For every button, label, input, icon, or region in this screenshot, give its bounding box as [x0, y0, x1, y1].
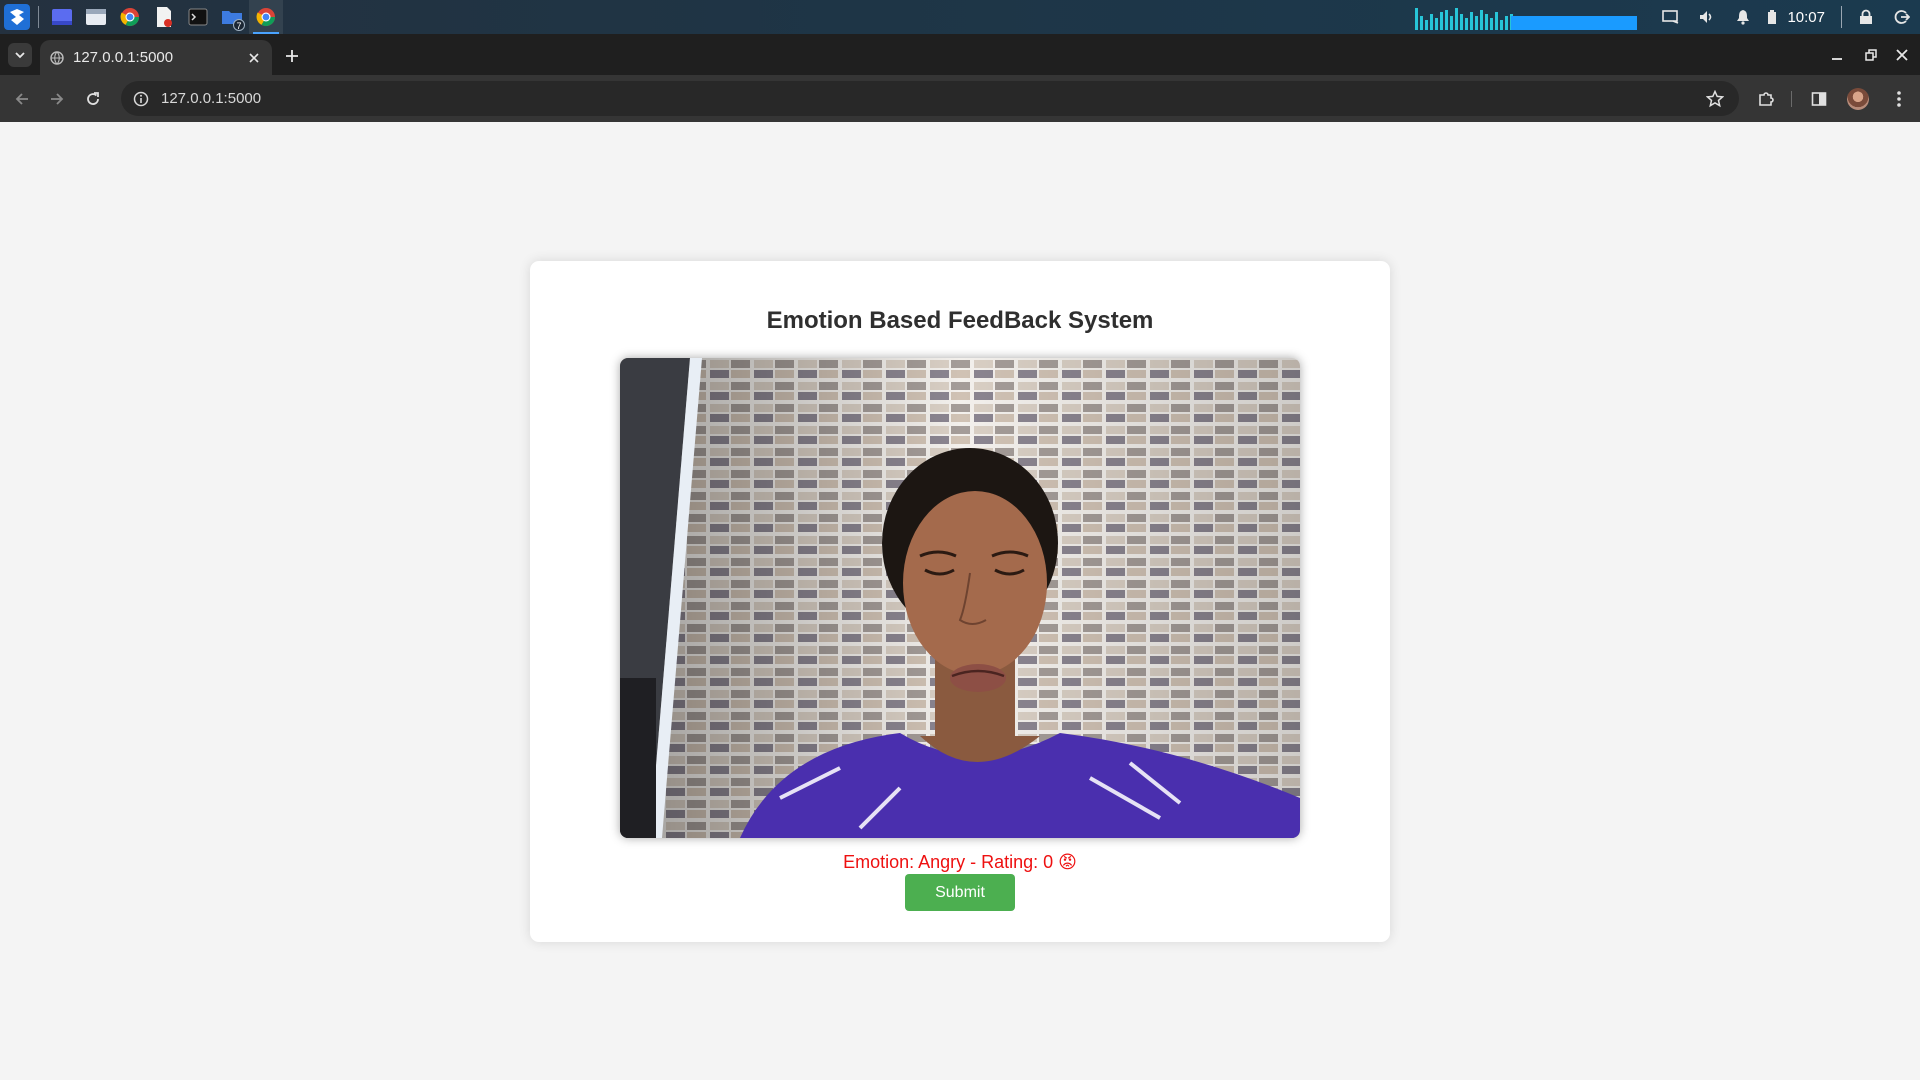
- toolbar-divider: [1791, 91, 1792, 107]
- tab-close-button[interactable]: [246, 50, 262, 66]
- chrome-icon: [120, 8, 139, 27]
- site-info-icon[interactable]: [131, 89, 151, 109]
- taskbar-app-folder[interactable]: 7: [215, 0, 249, 34]
- notification-badge: 7: [233, 19, 245, 31]
- system-tray: 10:07: [1415, 0, 1920, 34]
- emotion-result-text: Emotion: Angry - Rating: 0 😡: [843, 852, 1077, 872]
- lock-icon[interactable]: [1848, 0, 1884, 34]
- pdf-editor-icon: [157, 7, 172, 27]
- plus-icon: [286, 50, 298, 62]
- launcher-icon: [4, 4, 30, 30]
- side-panel-button[interactable]: [1806, 86, 1832, 112]
- logout-icon[interactable]: [1884, 0, 1920, 34]
- taskbar-app-chrome[interactable]: [113, 0, 147, 34]
- close-window-button[interactable]: [1891, 44, 1913, 66]
- extensions-button[interactable]: [1753, 86, 1779, 112]
- tab-search-button[interactable]: [8, 43, 32, 67]
- arrow-left-icon: [15, 93, 28, 105]
- chevron-down-icon: [15, 52, 25, 59]
- restore-button[interactable]: [1860, 44, 1882, 66]
- feedback-card: Emotion Based FeedBack System Emotion: A…: [530, 261, 1390, 942]
- avatar: [1847, 88, 1869, 110]
- arrow-right-icon: [51, 93, 64, 105]
- puzzle-icon: [1759, 92, 1774, 106]
- taskbar-app-terminal[interactable]: [181, 0, 215, 34]
- restore-icon: [1865, 49, 1877, 61]
- browser-tab-strip: 127.0.0.1:5000: [0, 34, 1920, 75]
- back-button[interactable]: [10, 87, 34, 111]
- tab-title: 127.0.0.1:5000: [73, 49, 174, 66]
- desktop-icon: [52, 9, 72, 25]
- audio-visualizer: [1415, 4, 1638, 30]
- reload-button[interactable]: [81, 87, 105, 111]
- page-viewport: Emotion Based FeedBack System Emotion: A…: [0, 122, 1920, 1080]
- taskbar-app-chrome-active[interactable]: [249, 0, 283, 34]
- volume-icon[interactable]: [1689, 0, 1725, 34]
- os-taskbar: 7 10:07: [0, 0, 1920, 34]
- webcam-frame-image: [620, 358, 1300, 838]
- menu-button[interactable]: [1886, 86, 1912, 112]
- screen-share-icon[interactable]: [1653, 0, 1689, 34]
- side-panel-icon: [1811, 92, 1827, 106]
- battery-icon[interactable]: [1761, 0, 1783, 34]
- webcam-feed: [620, 358, 1300, 838]
- reload-icon: [87, 92, 99, 105]
- clock[interactable]: 10:07: [1783, 9, 1835, 26]
- browser-tab[interactable]: 127.0.0.1:5000: [40, 40, 272, 75]
- forward-button[interactable]: [45, 87, 69, 111]
- bell-icon[interactable]: [1725, 0, 1761, 34]
- url-text[interactable]: 127.0.0.1:5000: [161, 90, 1701, 107]
- taskbar-app-pdf-editor[interactable]: [147, 0, 181, 34]
- bookmark-star-button[interactable]: [1701, 85, 1729, 113]
- terminal-icon: [188, 8, 208, 26]
- submit-button[interactable]: Submit: [905, 874, 1015, 911]
- taskbar-app-file-manager[interactable]: [79, 0, 113, 34]
- new-tab-button[interactable]: [282, 46, 302, 66]
- minimize-button[interactable]: [1826, 44, 1848, 66]
- tray-separator: [1841, 6, 1842, 28]
- page-title: Emotion Based FeedBack System: [766, 307, 1154, 334]
- file-manager-icon: [86, 9, 106, 25]
- app-launcher-button[interactable]: [0, 0, 34, 34]
- profile-button[interactable]: [1845, 86, 1871, 112]
- close-icon: [249, 52, 259, 63]
- taskbar-separator: [38, 6, 39, 28]
- close-icon: [1896, 49, 1908, 61]
- address-bar[interactable]: 127.0.0.1:5000: [121, 81, 1739, 116]
- star-icon: [1706, 89, 1724, 107]
- taskbar-app-desktop[interactable]: [45, 0, 79, 34]
- browser-toolbar: 127.0.0.1:5000: [0, 75, 1920, 122]
- minimize-icon: [1832, 58, 1842, 60]
- chrome-icon: [256, 8, 275, 27]
- more-vertical-icon: [1897, 91, 1901, 107]
- globe-icon: [50, 50, 64, 65]
